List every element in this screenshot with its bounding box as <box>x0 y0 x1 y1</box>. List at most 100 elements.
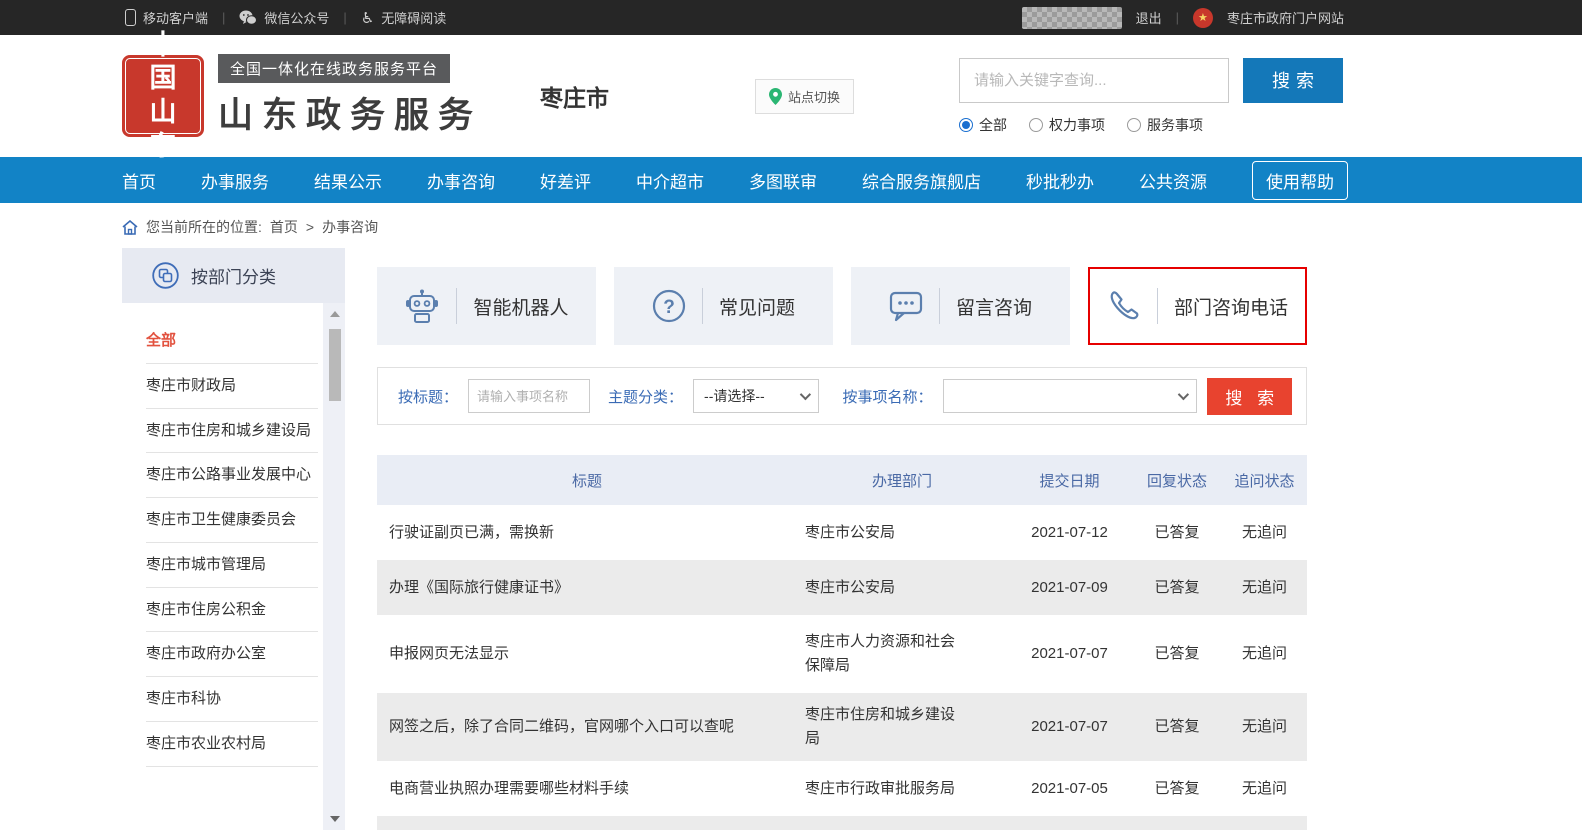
row-title[interactable]: 电商营业执照办理需要哪些材料手续 <box>377 761 797 816</box>
radio-all[interactable]: 全部 <box>959 115 1007 135</box>
tab-divider <box>939 288 940 324</box>
sidebar-title: 按部门分类 <box>191 263 276 288</box>
row-date: 2021-07-07 <box>1007 693 1132 761</box>
search-scope-radios: 全部 权力事项 服务事项 <box>959 115 1343 135</box>
row-title[interactable]: 行驶证副页已满，需换新 <box>377 505 797 560</box>
sidebar-item-agriculture[interactable]: 枣庄市农业农村局 <box>146 722 318 767</box>
tab-message-consult-label: 留言咨询 <box>956 293 1032 320</box>
nav-flagship-store[interactable]: 综合服务旗舰店 <box>862 168 981 193</box>
nav-help[interactable]: 使用帮助 <box>1252 161 1348 200</box>
tab-smart-robot-label: 智能机器人 <box>473 293 568 320</box>
row-department: 枣庄市公安局 <box>797 560 1007 615</box>
header-search-button[interactable]: 搜索 <box>1243 58 1343 103</box>
sidebar-item-provident-fund[interactable]: 枣庄市住房公积金 <box>146 588 318 633</box>
breadcrumb-prefix: 您当前所在的位置: <box>146 217 262 237</box>
header-search-area: 搜索 全部 权力事项 服务事项 <box>959 58 1343 135</box>
svg-text:?: ? <box>663 297 675 318</box>
row-follow-status: 无追问 <box>1222 615 1307 693</box>
site-switch-label: 站点切换 <box>788 87 840 106</box>
nav-rating[interactable]: 好差评 <box>540 168 591 193</box>
robot-icon <box>404 289 440 323</box>
row-title[interactable]: 网签之后，除了合同二维码，官网哪个入口可以查呢 <box>377 693 797 761</box>
item-name-select[interactable] <box>943 379 1198 413</box>
sidebar-item-health[interactable]: 枣庄市卫生健康委员会 <box>146 498 318 543</box>
breadcrumb-current: 办事咨询 <box>322 217 378 237</box>
sidebar-item-gov-office[interactable]: 枣庄市政府办公室 <box>146 632 318 677</box>
chevron-down-icon <box>799 389 810 400</box>
platform-banner: 全国一体化在线政务服务平台 <box>218 54 450 83</box>
breadcrumb: 您当前所在的位置: 首页 > 办事咨询 <box>122 216 1582 238</box>
wechat-link[interactable]: 微信公众号 <box>239 8 329 27</box>
row-follow-status: 无追问 <box>1222 761 1307 816</box>
table-row[interactable]: 行驶证副页已满，需换新 枣庄市公安局 2021-07-12 已答复 无追问 <box>377 505 1307 560</box>
tab-smart-robot[interactable]: 智能机器人 <box>377 267 596 345</box>
row-department: 枣庄市行政审批服务局 <box>797 761 1007 816</box>
department-list: 全部 枣庄市财政局 枣庄市住房和城乡建设局 枣庄市公路事业发展中心 枣庄市卫生健… <box>122 303 323 830</box>
nav-home[interactable]: 首页 <box>122 168 156 193</box>
divider: | <box>343 10 346 25</box>
topbar-left: 移动客户端 | 微信公众号 | ♿ 无障碍阅读 <box>125 8 446 27</box>
filter-category-label: 主题分类： <box>608 386 683 407</box>
radio-service-items[interactable]: 服务事项 <box>1127 115 1203 135</box>
table-row[interactable]: 电商营业执照办理需要哪些材料手续 枣庄市行政审批服务局 2021-07-05 已… <box>377 761 1307 816</box>
table-row[interactable]: 网签之后，除了合同二维码，官网哪个入口可以查呢 枣庄市住房和城乡建设局 2021… <box>377 693 1307 761</box>
row-title[interactable]: 申报网页无法显示 <box>377 615 797 693</box>
category-select-value: --请选择-- <box>704 386 765 406</box>
row-follow-status: 无追问 <box>1222 560 1307 615</box>
mobile-app-link[interactable]: 移动客户端 <box>125 8 208 27</box>
site-switch-button[interactable]: 站点切换 <box>755 79 854 114</box>
scroll-down-arrow-icon[interactable] <box>330 816 340 822</box>
row-title[interactable]: 办理《国际旅行健康证书》 <box>377 560 797 615</box>
filter-item-label: 按事项名称： <box>843 386 933 407</box>
keyword-search-input[interactable] <box>959 58 1229 103</box>
divider: | <box>1176 10 1179 25</box>
sidebar-header: 按部门分类 <box>122 248 345 303</box>
sidebar-item-science-assoc[interactable]: 枣庄市科协 <box>146 677 318 722</box>
sidebar-item-housing[interactable]: 枣庄市住房和城乡建设局 <box>146 409 318 454</box>
category-icon <box>152 262 179 289</box>
category-select[interactable]: --请选择-- <box>693 379 819 413</box>
sidebar-scrollbar[interactable] <box>327 311 343 822</box>
scroll-up-arrow-icon[interactable] <box>330 311 340 317</box>
page: 移动客户端 | 微信公众号 | ♿ 无障碍阅读 退出 | ★ <box>0 0 1582 830</box>
nav-results[interactable]: 结果公示 <box>314 168 382 193</box>
radio-unselected-icon <box>1127 118 1141 132</box>
table-row[interactable]: 办理《国际旅行健康证书》 枣庄市公安局 2021-07-09 已答复 无追问 <box>377 560 1307 615</box>
portal-link[interactable]: 枣庄市政府门户网站 <box>1227 8 1344 27</box>
main-panel: 智能机器人 ? 常见问题 <box>377 248 1307 830</box>
table-row[interactable]: 申报网页无法显示 枣庄市人力资源和社会保障局 2021-07-07 已答复 无追… <box>377 615 1307 693</box>
tab-faq[interactable]: ? 常见问题 <box>614 267 833 345</box>
nav-agency-market[interactable]: 中介超市 <box>636 168 704 193</box>
chevron-down-icon <box>1178 389 1189 400</box>
logout-link[interactable]: 退出 <box>1136 8 1162 27</box>
sidebar-item-city-mgmt[interactable]: 枣庄市城市管理局 <box>146 543 318 588</box>
nav-public-resources[interactable]: 公共资源 <box>1139 168 1207 193</box>
topbar: 移动客户端 | 微信公众号 | ♿ 无障碍阅读 退出 | ★ <box>0 0 1582 35</box>
site-logo[interactable]: 中国山东 全国一体化在线政务服务平台 山东政务服务 <box>122 54 482 138</box>
consult-tabs: 智能机器人 ? 常见问题 <box>377 267 1307 345</box>
nav-services[interactable]: 办事服务 <box>201 168 269 193</box>
tab-message-consult[interactable]: 留言咨询 <box>851 267 1070 345</box>
nav-instant-approval[interactable]: 秒批秒办 <box>1026 168 1094 193</box>
shandong-seal-logo: 中国山东 <box>122 55 204 137</box>
divider: | <box>222 10 225 25</box>
radio-power-items[interactable]: 权力事项 <box>1029 115 1105 135</box>
logo-text-block: 全国一体化在线政务服务平台 山东政务服务 <box>218 54 482 138</box>
accessibility-link[interactable]: ♿ 无障碍阅读 <box>361 8 446 27</box>
site-name: 山东政务服务 <box>218 87 482 138</box>
username-redacted <box>1022 7 1122 29</box>
sidebar-item-finance[interactable]: 枣庄市财政局 <box>146 364 318 409</box>
sidebar-item-all[interactable]: 全部 <box>146 319 318 364</box>
filter-search-button[interactable]: 搜 索 <box>1207 378 1292 415</box>
accessibility-label: 无障碍阅读 <box>381 8 446 27</box>
scrollbar-thumb[interactable] <box>329 329 341 401</box>
filter-title-input[interactable] <box>468 379 590 413</box>
row-reply-status: 已答复 <box>1132 761 1222 816</box>
wechat-icon <box>239 10 257 26</box>
tab-department-phone[interactable]: 部门咨询电话 <box>1088 267 1307 345</box>
breadcrumb-home-link[interactable]: 首页 <box>270 217 298 237</box>
sidebar-item-highway[interactable]: 枣庄市公路事业发展中心 <box>146 453 318 498</box>
nav-consultation[interactable]: 办事咨询 <box>427 168 495 193</box>
city-name: 枣庄市 <box>540 79 609 113</box>
nav-joint-review[interactable]: 多图联审 <box>749 168 817 193</box>
